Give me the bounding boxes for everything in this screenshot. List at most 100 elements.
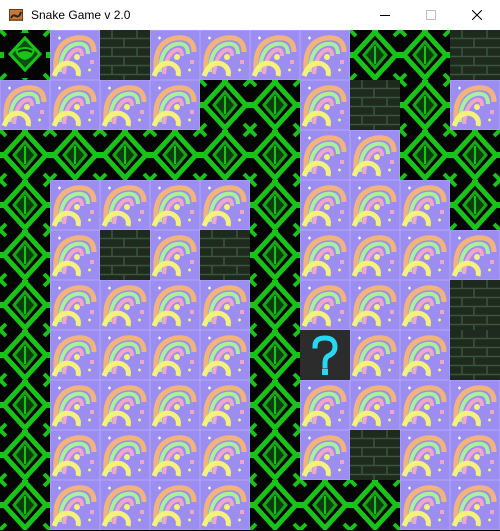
- psychedelic-floor-tile: [400, 180, 450, 230]
- vine-tile: [450, 130, 500, 180]
- vine-tile: [250, 280, 300, 330]
- psychedelic-floor-tile: [450, 80, 500, 130]
- game-board[interactable]: [0, 30, 500, 531]
- psychedelic-floor-tile: [150, 480, 200, 530]
- vine-tile: [400, 80, 450, 130]
- psychedelic-floor-tile: [50, 180, 100, 230]
- vine-tile: [250, 480, 300, 530]
- vine-tile: [0, 180, 50, 230]
- brick-wall-tile: [100, 230, 150, 280]
- psychedelic-floor-tile: [250, 30, 300, 80]
- close-icon: [472, 10, 482, 20]
- psychedelic-floor-tile: [300, 430, 350, 480]
- psychedelic-floor-tile: [100, 480, 150, 530]
- psychedelic-floor-tile: [300, 180, 350, 230]
- psychedelic-floor-tile: [150, 430, 200, 480]
- psychedelic-floor-tile: [350, 330, 400, 380]
- psychedelic-floor-tile: [350, 380, 400, 430]
- vine-tile: [250, 330, 300, 380]
- psychedelic-floor-tile: [350, 280, 400, 330]
- psychedelic-floor-tile: [50, 230, 100, 280]
- psychedelic-floor-tile: [150, 280, 200, 330]
- vine-tile: [350, 480, 400, 530]
- psychedelic-floor-tile: [200, 30, 250, 80]
- psychedelic-floor-tile: [200, 480, 250, 530]
- minimize-button[interactable]: [362, 0, 408, 30]
- psychedelic-floor-tile: [400, 230, 450, 280]
- title-bar[interactable]: Snake Game v 2.0: [0, 0, 500, 30]
- psychedelic-floor-tile: [50, 280, 100, 330]
- psychedelic-floor-tile: [50, 80, 100, 130]
- vine-tile: [400, 30, 450, 80]
- vine-tile: [0, 380, 50, 430]
- maximize-button[interactable]: [408, 0, 454, 30]
- brick-wall-tile: [100, 30, 150, 80]
- psychedelic-floor-tile: [200, 180, 250, 230]
- psychedelic-floor-tile: [150, 180, 200, 230]
- psychedelic-floor-tile: [150, 30, 200, 80]
- psychedelic-floor-tile: [50, 480, 100, 530]
- psychedelic-floor-tile: [200, 330, 250, 380]
- psychedelic-floor-tile: [100, 180, 150, 230]
- vine-tile: [250, 430, 300, 480]
- psychedelic-floor-tile: [150, 380, 200, 430]
- brick-wall-tile: [200, 230, 250, 280]
- psychedelic-floor-tile: [350, 130, 400, 180]
- psychedelic-floor-tile: [300, 130, 350, 180]
- vine-tile: [450, 180, 500, 230]
- vine-tile: [0, 280, 50, 330]
- brick-wall-tile: [450, 280, 500, 330]
- vine-tile: [0, 480, 50, 530]
- psychedelic-floor-tile: [450, 230, 500, 280]
- psychedelic-floor-tile: [450, 430, 500, 480]
- snake-app-icon: [9, 9, 23, 21]
- game-window: Snake Game v 2.0: [0, 0, 500, 531]
- psychedelic-floor-tile: [300, 380, 350, 430]
- psychedelic-floor-tile: [50, 380, 100, 430]
- psychedelic-floor-tile: [450, 480, 500, 530]
- vine-tile: [0, 430, 50, 480]
- brick-wall-tile: [450, 330, 500, 380]
- psychedelic-floor-tile: [150, 230, 200, 280]
- brick-wall-tile: [350, 80, 400, 130]
- vine-tile: [150, 130, 200, 180]
- game-board-grid: [0, 30, 500, 530]
- psychedelic-floor-tile: [100, 330, 150, 380]
- vine-tile: [50, 130, 100, 180]
- psychedelic-floor-tile: [400, 380, 450, 430]
- vine-tile: [0, 130, 50, 180]
- vine-tile: [250, 180, 300, 230]
- psychedelic-floor-tile: [150, 80, 200, 130]
- psychedelic-floor-tile: [450, 380, 500, 430]
- psychedelic-floor-tile: [100, 80, 150, 130]
- vine-tile: [200, 130, 250, 180]
- vine-tile: [200, 80, 250, 130]
- psychedelic-floor-tile: [300, 30, 350, 80]
- psychedelic-floor-tile: [100, 430, 150, 480]
- maximize-icon: [426, 10, 436, 20]
- vine-tile: [250, 130, 300, 180]
- brick-wall-tile: [450, 30, 500, 80]
- psychedelic-floor-tile: [350, 180, 400, 230]
- psychedelic-floor-tile: [50, 30, 100, 80]
- psychedelic-floor-tile: [100, 380, 150, 430]
- vine-tile: [250, 230, 300, 280]
- psychedelic-floor-tile: [400, 480, 450, 530]
- psychedelic-floor-tile: [200, 430, 250, 480]
- snake-head-tile: [0, 30, 50, 80]
- close-button[interactable]: [454, 0, 500, 30]
- snake-head-icon: [4, 33, 46, 78]
- vine-tile: [350, 30, 400, 80]
- vine-tile: [0, 230, 50, 280]
- window-title: Snake Game v 2.0: [31, 8, 131, 22]
- psychedelic-floor-tile: [300, 230, 350, 280]
- vine-tile: [300, 480, 350, 530]
- vine-tile: [100, 130, 150, 180]
- psychedelic-floor-tile: [400, 280, 450, 330]
- psychedelic-floor-tile: [200, 380, 250, 430]
- psychedelic-floor-tile: [300, 280, 350, 330]
- psychedelic-floor-tile: [100, 280, 150, 330]
- psychedelic-floor-tile: [200, 280, 250, 330]
- psychedelic-floor-tile: [150, 330, 200, 380]
- psychedelic-floor-tile: [350, 230, 400, 280]
